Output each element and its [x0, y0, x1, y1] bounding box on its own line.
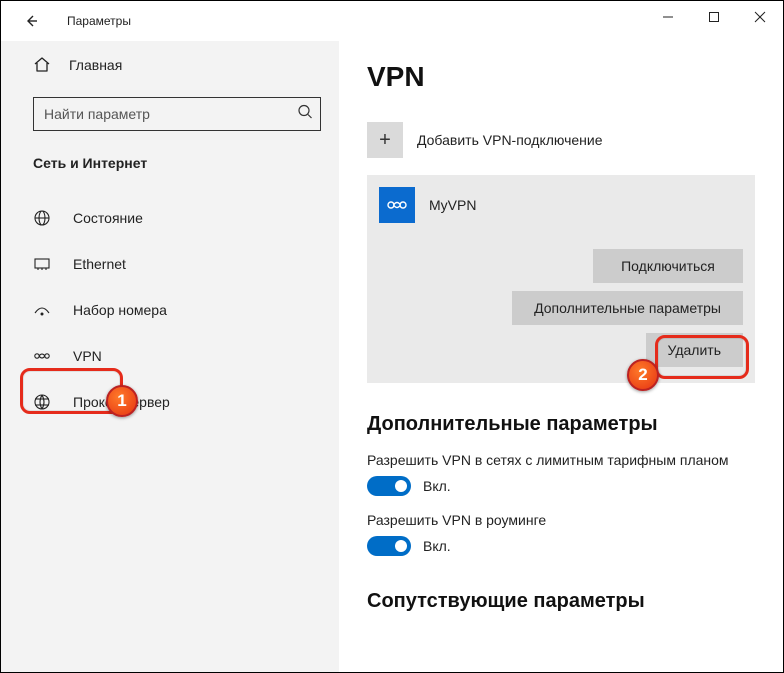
sidebar-item-ethernet[interactable]: Ethernet	[1, 241, 339, 287]
annotation-badge-1: 1	[106, 385, 138, 417]
arrow-left-icon	[23, 13, 39, 29]
connect-button[interactable]: Подключиться	[593, 249, 743, 283]
search-input[interactable]	[33, 97, 321, 131]
sidebar-section-title: Сеть и Интернет	[33, 155, 339, 171]
toggle-roaming-state: Вкл.	[423, 538, 451, 554]
back-button[interactable]	[19, 9, 43, 33]
ethernet-icon	[33, 255, 57, 273]
home-icon	[33, 56, 57, 74]
sidebar-item-vpn[interactable]: VPN	[1, 333, 339, 379]
related-params-heading: Сопутствующие параметры	[367, 590, 755, 613]
toggle-roaming-label: Разрешить VPN в роуминге	[367, 512, 755, 528]
delete-button[interactable]: Удалить	[646, 333, 743, 367]
plus-icon: +	[367, 122, 403, 158]
sidebar-item-proxy[interactable]: Прокси-сервер	[1, 379, 339, 425]
toggle-metered[interactable]	[367, 476, 411, 496]
toggle-roaming[interactable]	[367, 536, 411, 556]
sidebar: Главная Сеть и Интернет Состояние	[1, 41, 339, 672]
sidebar-item-label: Ethernet	[73, 256, 126, 272]
sidebar-item-label: VPN	[73, 348, 102, 364]
minimize-icon	[662, 11, 674, 23]
search-icon	[297, 104, 313, 125]
sidebar-item-dialup[interactable]: Набор номера	[1, 287, 339, 333]
add-vpn-button[interactable]: + Добавить VPN-подключение	[367, 117, 755, 163]
additional-params-heading: Дополнительные параметры	[367, 413, 755, 436]
toggle-metered-state: Вкл.	[423, 478, 451, 494]
advanced-options-button[interactable]: Дополнительные параметры	[512, 291, 743, 325]
home-nav[interactable]: Главная	[1, 45, 339, 85]
toggle-metered-label: Разрешить VPN в сетях с лимитным тарифны…	[367, 452, 755, 468]
close-icon	[754, 11, 766, 23]
window-title: Параметры	[67, 14, 131, 28]
sidebar-item-label: Набор номера	[73, 302, 167, 318]
vpn-icon	[33, 347, 57, 365]
sidebar-item-label: Состояние	[73, 210, 143, 226]
annotation-badge-2: 2	[627, 359, 659, 391]
sidebar-item-status[interactable]: Состояние	[1, 195, 339, 241]
maximize-icon	[708, 11, 720, 23]
vpn-connection-card[interactable]: MyVPN Подключиться Дополнительные параме…	[367, 175, 755, 383]
dialup-icon	[33, 301, 57, 319]
titlebar: Параметры	[1, 1, 783, 41]
home-label: Главная	[69, 57, 122, 73]
add-vpn-label: Добавить VPN-подключение	[417, 132, 603, 148]
content-pane: VPN + Добавить VPN-подключение MyVPN Под…	[339, 41, 783, 672]
close-button[interactable]	[737, 1, 783, 33]
proxy-icon	[33, 393, 57, 411]
vpn-connection-name: MyVPN	[429, 197, 476, 213]
maximize-button[interactable]	[691, 1, 737, 33]
globe-icon	[33, 209, 57, 227]
page-heading: VPN	[367, 61, 755, 93]
minimize-button[interactable]	[645, 1, 691, 33]
vpn-connection-icon	[379, 187, 415, 223]
